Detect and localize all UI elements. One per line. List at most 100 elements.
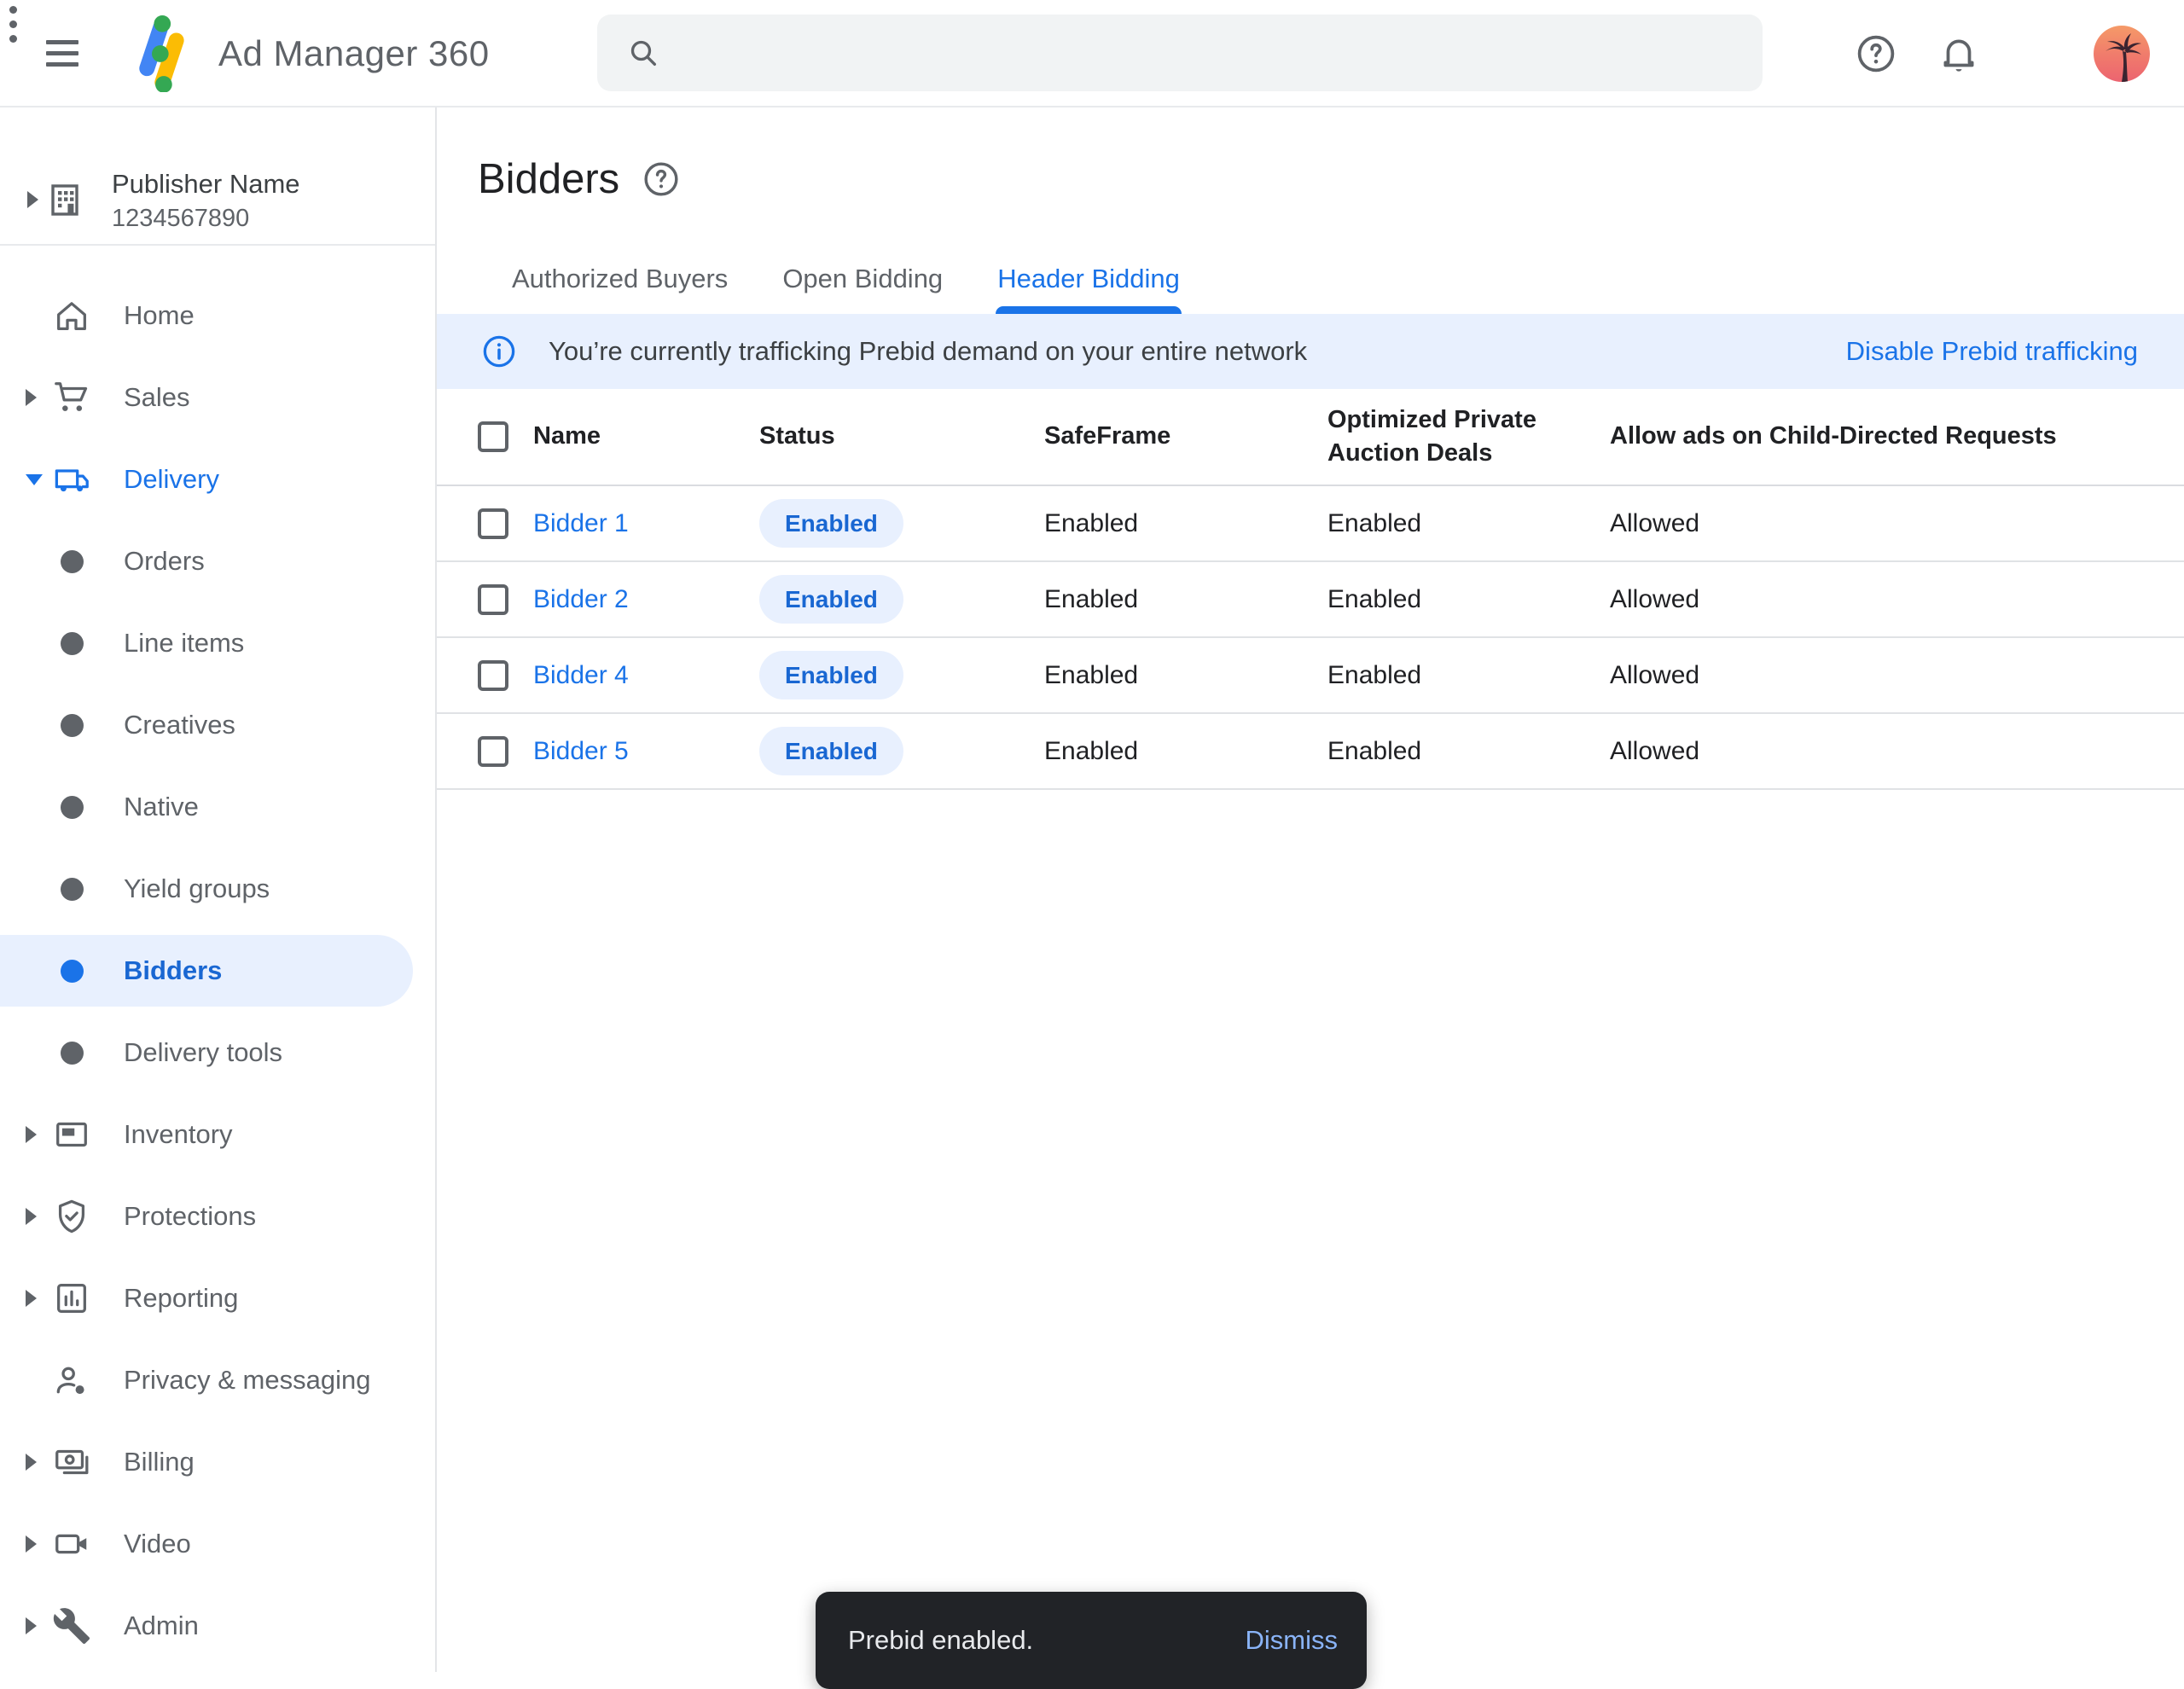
disable-prebid-link[interactable]: Disable Prebid trafficking <box>1846 336 2138 367</box>
chevron-down-icon <box>26 474 43 485</box>
sidebar-item-sales[interactable]: Sales <box>0 357 435 438</box>
chevron-right-icon <box>26 1290 37 1307</box>
snackbar-toast: Prebid enabled. Dismiss <box>816 1592 1367 1689</box>
prebid-info-banner: You’re currently trafficking Prebid dema… <box>437 314 2184 389</box>
chevron-right-icon <box>26 1535 37 1553</box>
chevron-right-icon <box>27 191 38 208</box>
info-icon <box>481 334 517 369</box>
shield-check-icon <box>51 1196 92 1237</box>
video-camera-icon <box>51 1524 92 1564</box>
tab-header-bidding[interactable]: Header Bidding <box>970 244 1207 314</box>
sidebar-item-inventory[interactable]: Inventory <box>0 1094 435 1175</box>
bar-chart-icon <box>51 1278 92 1319</box>
bullet-icon <box>51 868 92 909</box>
sidebar-item-protections[interactable]: Protections <box>0 1175 435 1257</box>
bidder-link[interactable]: Bidder 5 <box>533 737 759 766</box>
chevron-right-icon <box>26 1208 37 1225</box>
row-checkbox[interactable] <box>478 736 508 767</box>
table-row: Bidder 5 Enabled Enabled Enabled Allowed <box>437 714 2184 790</box>
table-row: Bidder 2 Enabled Enabled Enabled Allowed <box>437 562 2184 638</box>
safeframe-value: Enabled <box>1044 737 1327 766</box>
sidebar-item-video[interactable]: Video <box>0 1503 435 1585</box>
sidebar-item-yield-groups[interactable]: Yield groups <box>0 848 435 930</box>
sidebar-item-delivery[interactable]: Delivery <box>0 438 435 520</box>
notifications-icon[interactable] <box>1937 32 1980 75</box>
row-checkbox[interactable] <box>478 584 508 615</box>
status-badge: Enabled <box>759 575 903 624</box>
opa-value: Enabled <box>1327 661 1610 690</box>
child-directed-value: Allowed <box>1610 661 2184 690</box>
sidebar-item-native[interactable]: Native <box>0 766 435 848</box>
sidebar-item-orders[interactable]: Orders <box>0 520 435 602</box>
page-help-icon[interactable] <box>642 160 681 199</box>
sidebar-item-home[interactable]: Home <box>0 275 435 357</box>
sidebar-item-delivery-tools[interactable]: Delivery tools <box>0 1012 435 1094</box>
column-header-safeframe: SafeFrame <box>1044 420 1327 453</box>
banner-message: You’re currently trafficking Prebid dema… <box>549 336 1307 367</box>
bullet-icon <box>51 541 92 582</box>
column-header-name: Name <box>533 420 759 453</box>
safeframe-value: Enabled <box>1044 661 1327 690</box>
status-badge: Enabled <box>759 499 903 548</box>
page-title: Bidders <box>478 155 619 203</box>
ad-unit-icon <box>51 1114 92 1155</box>
table-row: Bidder 4 Enabled Enabled Enabled Allowed <box>437 638 2184 714</box>
sidebar-item-privacy-messaging[interactable]: Privacy & messaging <box>0 1339 435 1421</box>
help-icon[interactable] <box>1855 32 1897 75</box>
bidder-link[interactable]: Bidder 1 <box>533 509 759 538</box>
sidebar-item-bidders[interactable]: Bidders <box>0 930 435 1012</box>
palm-tree-image <box>2094 26 2150 82</box>
child-directed-value: Allowed <box>1610 509 2184 538</box>
search-icon <box>626 36 660 70</box>
ad-manager-logo <box>125 15 195 92</box>
app-title: Ad Manager 360 <box>218 0 490 107</box>
sidebar-item-reporting[interactable]: Reporting <box>0 1257 435 1339</box>
publisher-switcher[interactable]: Publisher Name 1234567890 <box>0 107 435 246</box>
chevron-right-icon <box>26 1126 37 1143</box>
table-row: Bidder 1 Enabled Enabled Enabled Allowed <box>437 486 2184 562</box>
row-checkbox[interactable] <box>478 508 508 539</box>
more-options-icon[interactable] <box>0 0 26 48</box>
chevron-right-icon <box>26 1617 37 1634</box>
truck-icon <box>51 459 92 500</box>
dismiss-button[interactable]: Dismiss <box>1246 1625 1339 1656</box>
search-input[interactable] <box>597 15 1763 91</box>
tab-authorized-buyers[interactable]: Authorized Buyers <box>485 244 755 314</box>
toast-message: Prebid enabled. <box>848 1625 1033 1656</box>
bidder-link[interactable]: Bidder 4 <box>533 661 759 690</box>
sidebar-item-line-items[interactable]: Line items <box>0 602 435 684</box>
status-badge: Enabled <box>759 727 903 775</box>
banknote-icon <box>51 1442 92 1483</box>
opa-value: Enabled <box>1327 737 1610 766</box>
menu-icon[interactable] <box>46 40 78 67</box>
child-directed-value: Allowed <box>1610 737 2184 766</box>
bullet-icon <box>51 1032 92 1073</box>
sidebar-nav: Publisher Name 1234567890 Home <box>0 107 437 1672</box>
bullet-icon <box>51 950 92 991</box>
safeframe-value: Enabled <box>1044 585 1327 614</box>
status-badge: Enabled <box>759 651 903 699</box>
row-checkbox[interactable] <box>478 660 508 691</box>
top-app-bar: Ad Manager 360 <box>0 0 2184 107</box>
column-header-status: Status <box>759 420 1044 453</box>
sidebar-item-creatives[interactable]: Creatives <box>0 684 435 766</box>
tab-open-bidding[interactable]: Open Bidding <box>755 244 970 314</box>
wrench-icon <box>51 1605 92 1646</box>
home-icon <box>51 295 92 336</box>
opa-value: Enabled <box>1327 509 1610 538</box>
sidebar-item-admin[interactable]: Admin <box>0 1585 435 1667</box>
sidebar-item-billing[interactable]: Billing <box>0 1421 435 1503</box>
child-directed-value: Allowed <box>1610 585 2184 614</box>
column-header-child-directed: Allow ads on Child-Directed Requests <box>1610 420 2184 453</box>
column-header-opa-deals: Optimized Private Auction Deals <box>1327 403 1610 470</box>
opa-value: Enabled <box>1327 585 1610 614</box>
person-badge-icon <box>51 1360 92 1401</box>
bullet-icon <box>51 623 92 664</box>
select-all-checkbox[interactable] <box>478 421 508 452</box>
safeframe-value: Enabled <box>1044 509 1327 538</box>
chevron-right-icon <box>26 1454 37 1471</box>
building-icon <box>44 179 85 220</box>
account-avatar[interactable] <box>2094 26 2150 82</box>
bidder-link[interactable]: Bidder 2 <box>533 585 759 614</box>
cart-icon <box>51 377 92 418</box>
